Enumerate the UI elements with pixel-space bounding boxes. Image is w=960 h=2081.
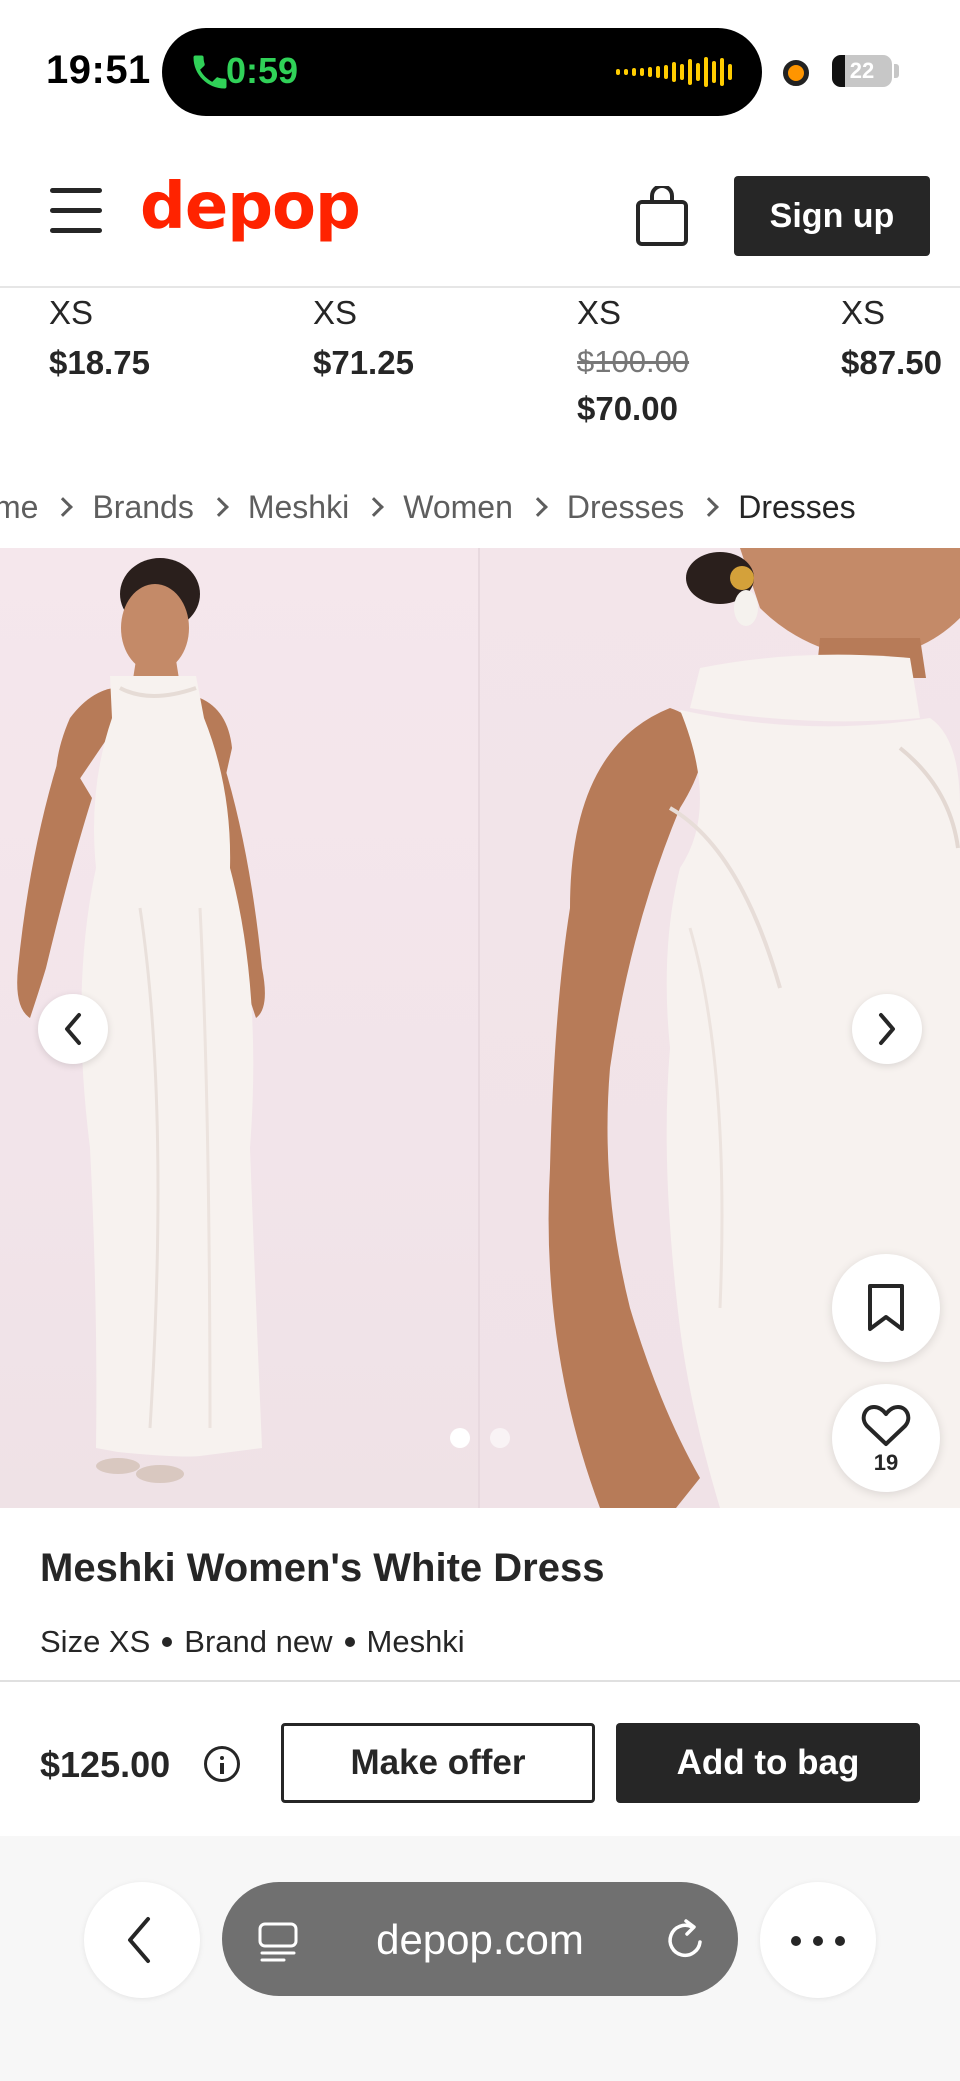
chevron-right-icon	[208, 497, 229, 517]
related-item-original-price: $100.00	[577, 344, 690, 379]
bullet-separator	[344, 1637, 355, 1647]
related-item-price: $71.25	[313, 344, 414, 381]
breadcrumb-home[interactable]: me	[0, 489, 38, 526]
audio-waveform-icon	[616, 54, 732, 90]
related-item[interactable]: XS $71.25	[313, 290, 553, 382]
related-item-price: $18.75	[49, 344, 150, 381]
related-item-price: $70.00	[577, 390, 678, 427]
active-call-pill[interactable]: 0:59	[162, 28, 762, 116]
bullet-separator	[162, 1637, 173, 1647]
add-to-bag-button[interactable]: Add to bag	[616, 1723, 920, 1803]
reload-icon[interactable]	[666, 1918, 706, 1960]
product-title: Meshki Women's White Dress	[40, 1546, 605, 1590]
battery-cap	[894, 64, 899, 78]
make-offer-button[interactable]: Make offer	[281, 1723, 595, 1803]
gallery-next-button[interactable]	[852, 994, 922, 1064]
chevron-right-icon	[879, 1013, 895, 1045]
heart-icon	[861, 1405, 911, 1446]
gallery-dot-active[interactable]	[450, 1428, 470, 1448]
related-item-size: XS	[841, 294, 886, 331]
status-time: 19:51	[46, 48, 151, 92]
breadcrumb-current: Dresses	[738, 488, 856, 525]
product-attributes: Size XS Brand new Meshki	[40, 1624, 465, 1660]
gallery-previous-button[interactable]	[38, 994, 108, 1064]
section-divider	[0, 1680, 960, 1682]
breadcrumb-brands[interactable]: Brands	[92, 489, 193, 526]
related-item[interactable]: XS $87.50	[841, 290, 960, 382]
more-options-button[interactable]	[760, 1882, 876, 1998]
site-header: depop Sign up	[0, 140, 960, 288]
chevron-right-icon	[364, 497, 385, 517]
breadcrumb: me Brands Meshki Women Dresses Dresses	[0, 482, 856, 532]
related-item-size: XS	[577, 294, 622, 331]
product-brand[interactable]: Meshki	[367, 1624, 465, 1660]
depop-logo[interactable]: depop	[140, 170, 361, 244]
info-icon[interactable]	[204, 1746, 240, 1782]
breadcrumb-category[interactable]: Dresses	[567, 489, 684, 526]
address-bar[interactable]: depop.com	[222, 1882, 738, 1996]
gallery-dot[interactable]	[490, 1428, 510, 1448]
battery-level: 22	[849, 58, 875, 83]
product-size: Size XS	[40, 1624, 151, 1659]
bookmark-icon	[868, 1284, 904, 1331]
related-item[interactable]: XS $18.75	[49, 290, 289, 382]
like-count: 19	[873, 1450, 899, 1475]
sign-up-button[interactable]: Sign up	[734, 176, 930, 256]
chevron-left-icon	[128, 1917, 150, 1963]
hamburger-menu-icon[interactable]	[50, 188, 102, 234]
related-item-price: $87.50	[841, 344, 942, 381]
related-item[interactable]: XS $100.00 $70.00	[577, 290, 817, 428]
related-item-size: XS	[49, 294, 94, 331]
product-gallery[interactable]: 19	[0, 548, 960, 1508]
product-price: $125.00	[40, 1744, 171, 1785]
breadcrumb-brand[interactable]: Meshki	[248, 489, 349, 526]
recording-indicator	[783, 60, 809, 86]
chevron-right-icon	[699, 497, 720, 517]
status-bar: 19:51 0:59 22	[0, 0, 960, 140]
battery-icon: 22	[832, 55, 892, 87]
chevron-right-icon	[527, 497, 548, 517]
browser-back-button[interactable]	[84, 1882, 200, 1998]
breadcrumb-gender[interactable]: Women	[403, 489, 513, 526]
browser-toolbar: depop.com	[0, 1836, 960, 2081]
url-text: depop.com	[376, 1916, 584, 1963]
related-items-carousel[interactable]: XS $18.75 XS $71.25 XS $100.00 $70.00 XS…	[0, 290, 960, 450]
related-item-size: XS	[313, 294, 358, 331]
chevron-left-icon	[65, 1013, 81, 1045]
like-button[interactable]: 19	[832, 1384, 940, 1492]
call-timer: 0:59	[226, 50, 299, 91]
save-button[interactable]	[832, 1254, 940, 1362]
shopping-bag-icon[interactable]	[634, 186, 690, 246]
product-condition: Brand new	[184, 1624, 333, 1659]
chevron-right-icon	[53, 497, 74, 517]
gallery-pagination	[450, 1428, 510, 1448]
